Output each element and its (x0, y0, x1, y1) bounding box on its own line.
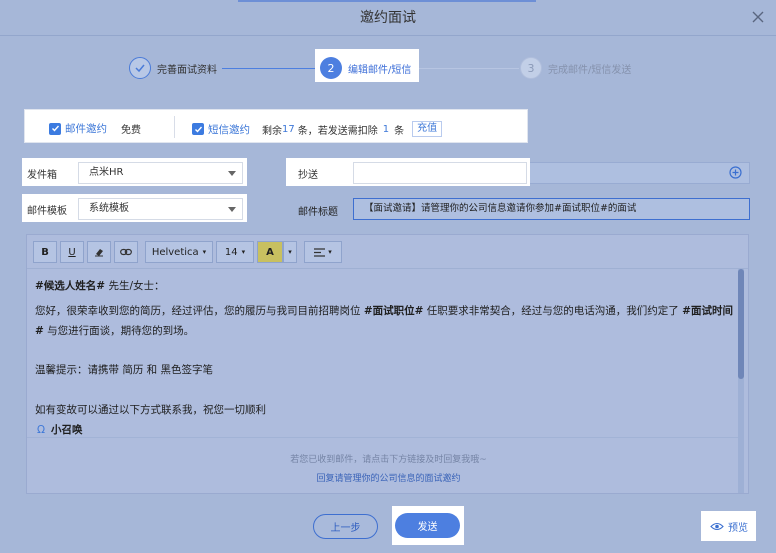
eraser-button[interactable] (87, 241, 111, 263)
divider (27, 437, 743, 438)
tip-line: 温馨提示：请携带 简历 和 黑色签字笔 (35, 364, 214, 376)
align-select[interactable]: ▾ (304, 241, 342, 263)
sms-invite-option[interactable]: 短信邀约 剩余 17 条，若发送需扣除 1 条 充值 (192, 121, 443, 137)
checkbox-checked-icon[interactable] (192, 123, 204, 135)
prev-step-button[interactable]: 上一步 (313, 514, 378, 539)
editor-toolbar: B U Helvetica ▾ 14 ▾ A ▾ ▾ (27, 235, 748, 269)
bold-button[interactable]: B (33, 241, 57, 263)
step-label: 完成邮件/短信发送 (548, 64, 632, 76)
step-number: 3 (520, 57, 542, 79)
sms-remaining-mid: 条，若发送需扣除 (297, 125, 378, 137)
font-family-select[interactable]: Helvetica ▾ (145, 241, 213, 263)
check-icon (129, 57, 151, 79)
preview-label: 预览 (728, 523, 748, 534)
footer-note: 若您已收到邮件，请点击下方链接及时回复我哦~ (290, 455, 487, 465)
font-size-select[interactable]: 14 ▾ (216, 241, 254, 263)
sms-cost: 1 (382, 123, 390, 135)
email-body[interactable]: #候选人姓名# 先生/女士： 您好，很荣幸收到您的简历，经过评估，您的履历与我司… (35, 277, 735, 439)
recharge-button[interactable]: 充值 (412, 121, 443, 137)
chevron-down-icon (228, 207, 236, 212)
template-value: 系统模板 (89, 203, 129, 214)
greeting-text: 先生/女士： (105, 280, 165, 292)
mailbox-select[interactable]: 点米HR (78, 162, 243, 184)
step-connector (419, 68, 519, 69)
body-text: 您好，很荣幸收到您的简历，经过评估，您的履历与我司目前招聘岗位 (35, 305, 364, 317)
add-cc-icon[interactable] (729, 166, 742, 179)
contact-line: 如有变故可以通过以下方式联系我，祝您一切顺利 (35, 404, 266, 416)
link-button[interactable] (114, 241, 138, 263)
email-free-note: 免费 (121, 125, 141, 136)
text-color-button[interactable]: A (257, 241, 283, 263)
body-text: 与您进行面谈，期待您的到场。 (43, 325, 195, 337)
caret-down-icon: ▾ (328, 248, 332, 256)
text-color-dropdown[interactable]: ▾ (283, 241, 297, 263)
send-button[interactable]: 发送 (395, 513, 460, 538)
reply-link[interactable]: 回复请管理你的公司信息的面试邀约 (27, 471, 750, 484)
candidate-name-var: #候选人姓名# (35, 280, 106, 292)
sms-remaining-suffix: 条 (394, 125, 405, 137)
underline-button[interactable]: U (60, 241, 84, 263)
step-send-complete: 3 完成邮件/短信发送 (520, 57, 631, 79)
cc-input[interactable] (353, 162, 527, 184)
font-size-value: 14 (224, 246, 238, 258)
template-label: 邮件模板 (27, 206, 67, 217)
cc-input-extension (520, 162, 750, 184)
mailbox-label: 发件箱 (27, 170, 57, 181)
email-editor: B U Helvetica ▾ 14 ▾ A ▾ ▾ #候选人姓名# 先生/女士… (26, 234, 749, 494)
step-complete-info: 完善面试资料 (129, 57, 217, 79)
dialog-title: 邀约面试 (360, 10, 416, 26)
subject-label: 邮件标题 (298, 207, 338, 218)
editor-scrollbar[interactable] (738, 269, 744, 493)
email-invite-option[interactable]: 邮件邀约 免费 (49, 121, 141, 136)
link-icon (120, 248, 132, 256)
caret-down-icon: ▾ (202, 248, 207, 256)
scrollbar-thumb[interactable] (738, 269, 744, 379)
position-var: #面试职位# (363, 305, 424, 317)
preview-button[interactable]: 预览 (710, 519, 748, 534)
checkbox-checked-icon[interactable] (49, 122, 61, 135)
align-left-icon (314, 247, 326, 257)
divider (174, 116, 175, 138)
dialog-titlebar: 邀约面试 (0, 0, 776, 36)
sms-remaining-prefix: 剩余 (262, 125, 282, 137)
caret-down-icon: ▾ (241, 248, 246, 256)
step-number: 2 (320, 57, 342, 79)
chevron-down-icon (228, 171, 236, 176)
mailbox-value: 点米HR (89, 167, 124, 178)
body-paragraph: 您好，很荣幸收到您的简历，经过评估，您的履历与我司目前招聘岗位 #面试职位# 任… (35, 301, 735, 341)
step-label: 完善面试资料 (157, 64, 217, 76)
template-select[interactable]: 系统模板 (78, 198, 243, 220)
eraser-icon (95, 249, 103, 257)
body-text: 任职要求非常契合，经过与您的电话沟通，我们约定了 (423, 305, 683, 317)
cc-label: 抄送 (298, 170, 318, 181)
channel-panel: 邮件邀约 免费 短信邀约 剩余 17 条，若发送需扣除 1 条 充值 (24, 109, 528, 143)
email-invite-label: 邮件邀约 (65, 123, 107, 135)
subject-input[interactable]: 【面试邀请】请管理你的公司信息邀请你参加#面试职位#的面试 (353, 198, 750, 220)
close-icon[interactable] (750, 9, 766, 25)
sms-remaining-count: 17 (282, 123, 295, 135)
sms-invite-label: 短信邀约 (208, 123, 250, 136)
eye-icon (710, 522, 724, 531)
greeting-line: #候选人姓名# 先生/女士： (35, 277, 735, 295)
step-connector (222, 68, 317, 69)
step-edit-message: 2 编辑邮件/短信 (320, 57, 411, 79)
step-label: 编辑邮件/短信 (348, 64, 412, 76)
font-family-value: Helvetica (151, 246, 199, 258)
